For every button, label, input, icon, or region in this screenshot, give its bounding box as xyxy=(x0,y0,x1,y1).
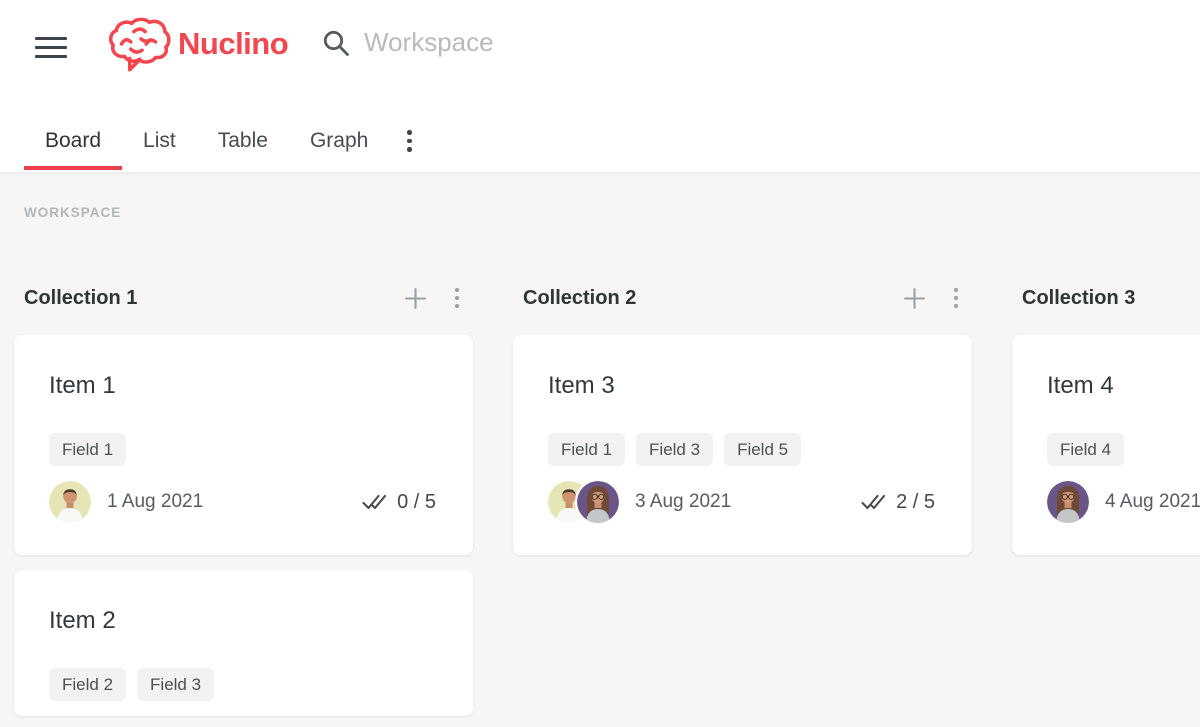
tag-chip: Field 3 xyxy=(137,668,214,701)
workspace-search xyxy=(322,27,784,58)
search-input[interactable] xyxy=(364,27,784,58)
double-checkmark-icon xyxy=(361,492,388,512)
tasks-count: 0 / 5 xyxy=(397,491,436,514)
nuclino-logo[interactable]: Nuclino xyxy=(106,14,288,74)
add-item-icon[interactable] xyxy=(903,287,926,310)
tabs-overflow-menu-icon[interactable] xyxy=(397,112,421,170)
column-header: Collection 3 xyxy=(1012,284,1200,312)
card-due-date: 1 Aug 2021 xyxy=(107,491,203,513)
tag-chip: Field 4 xyxy=(1047,433,1124,466)
brain-icon xyxy=(106,14,172,74)
logo-wordmark: Nuclino xyxy=(178,26,288,62)
card-item-2[interactable]: Item 2 Field 2 Field 3 xyxy=(14,570,473,716)
column-header: Collection 1 xyxy=(14,284,473,312)
card-item-1[interactable]: Item 1 Field 1 xyxy=(14,335,473,555)
card-tags: Field 1 Field 3 Field 5 xyxy=(548,433,947,466)
tab-board[interactable]: Board xyxy=(24,112,122,170)
card-tasks: 2 / 5 xyxy=(860,491,947,514)
tasks-count: 2 / 5 xyxy=(896,491,935,514)
tag-chip: Field 1 xyxy=(49,433,126,466)
tab-table[interactable]: Table xyxy=(197,112,289,170)
hamburger-menu-icon[interactable] xyxy=(35,37,67,58)
card-meta: 4 Aug 2021 xyxy=(1047,481,1200,523)
card-due-date: 4 Aug 2021 xyxy=(1105,491,1200,513)
card-title: Item 1 xyxy=(49,371,448,401)
card-due-date: 3 Aug 2021 xyxy=(635,491,731,513)
column-title: Collection 1 xyxy=(24,287,404,310)
column-header: Collection 2 xyxy=(513,284,972,312)
card-tags: Field 2 Field 3 xyxy=(49,668,448,701)
tab-graph[interactable]: Graph xyxy=(289,112,389,170)
card-meta: 3 Aug 2021 2 / 5 xyxy=(548,481,947,523)
view-tabs: Board List Table Graph xyxy=(24,112,422,170)
tag-chip: Field 2 xyxy=(49,668,126,701)
column-menu-icon[interactable] xyxy=(950,284,962,312)
card-meta: 1 Aug 2021 0 / 5 xyxy=(49,481,448,523)
search-icon xyxy=(322,29,350,57)
column-title: Collection 2 xyxy=(523,287,903,310)
column-collection-1: Collection 1 Item 1 Field 1 xyxy=(14,284,473,727)
card-assignees xyxy=(1047,481,1089,523)
column-collection-2: Collection 2 Item 3 Field 1 Field 3 Fiel… xyxy=(513,284,972,727)
nuclino-app: Nuclino Board List Table Graph WORKSPACE xyxy=(0,0,1200,727)
column-title: Collection 3 xyxy=(1022,287,1200,310)
avatar-man xyxy=(49,481,91,523)
board-columns: Collection 1 Item 1 Field 1 xyxy=(14,284,1200,727)
top-header: Nuclino Board List Table Graph xyxy=(0,0,1200,173)
card-tasks: 0 / 5 xyxy=(361,491,448,514)
add-item-icon[interactable] xyxy=(404,287,427,310)
tab-list[interactable]: List xyxy=(122,112,197,170)
double-checkmark-icon xyxy=(860,492,887,512)
card-item-3[interactable]: Item 3 Field 1 Field 3 Field 5 xyxy=(513,335,972,555)
tag-chip: Field 5 xyxy=(724,433,801,466)
card-tags: Field 4 xyxy=(1047,433,1200,466)
tag-chip: Field 1 xyxy=(548,433,625,466)
tag-chip: Field 3 xyxy=(636,433,713,466)
card-assignees xyxy=(49,481,91,523)
card-title: Item 4 xyxy=(1047,371,1200,401)
avatar-woman xyxy=(577,481,619,523)
card-item-4[interactable]: Item 4 Field 4 xyxy=(1012,335,1200,555)
column-menu-icon[interactable] xyxy=(451,284,463,312)
workspace-section-label: WORKSPACE xyxy=(24,205,121,220)
card-title: Item 2 xyxy=(49,606,448,636)
board-view: WORKSPACE Collection 1 Item 1 Field 1 xyxy=(0,174,1200,727)
card-tags: Field 1 xyxy=(49,433,448,466)
column-collection-3: Collection 3 Item 4 Field 4 xyxy=(1012,284,1200,727)
avatar-woman xyxy=(1047,481,1089,523)
card-assignees xyxy=(548,481,619,523)
card-title: Item 3 xyxy=(548,371,947,401)
